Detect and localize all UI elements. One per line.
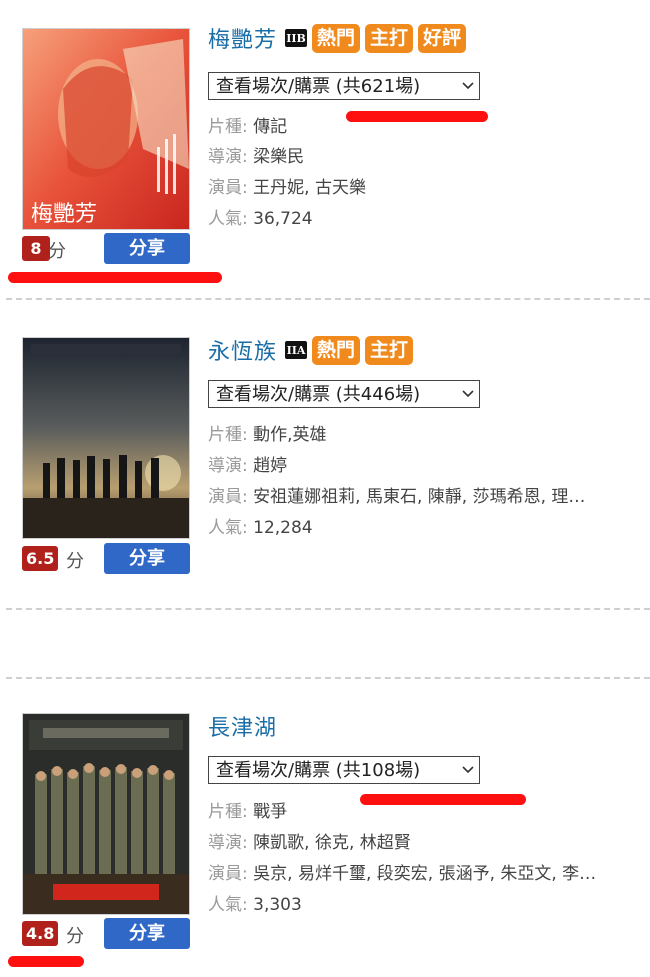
genre-label: 片種: (208, 425, 248, 445)
genre-value: 戰爭 (253, 802, 288, 822)
cast-value: 安祖蓮娜祖莉, 馬東石, 陳靜, 莎瑪希恩, 理… (253, 487, 586, 507)
showtime-select[interactable]: 查看場次/購票 (共621場) (208, 72, 480, 100)
popularity-value: 3,303 (253, 895, 302, 915)
cast-label: 演員: (208, 864, 248, 884)
movie-title[interactable]: 梅艷芳 (208, 22, 277, 54)
showtime-select-label: 查看場次/購票 (共621場) (216, 75, 421, 97)
popularity-row: 人氣: 36,724 (208, 204, 313, 229)
genre-row: 片種: 戰爭 (208, 797, 287, 822)
cast-row: 演員: 吳京, 易烊千璽, 段奕宏, 張涵予, 朱亞文, 李… (208, 859, 596, 884)
popularity-label: 人氣: (208, 518, 248, 538)
score-row: 4.8 分 分享 (22, 918, 192, 950)
divider (6, 298, 650, 300)
rating-iib-icon: IIB (285, 29, 308, 47)
movie-poster[interactable] (22, 337, 190, 539)
share-button[interactable]: 分享 (104, 543, 190, 574)
director-value: 趙婷 (253, 456, 288, 476)
movie-title-row: 梅艷芳 IIB 熱門 主打 好評 (208, 22, 467, 54)
chevron-down-icon (457, 74, 479, 99)
divider (6, 677, 650, 679)
showtime-select-label: 查看場次/購票 (共108場) (216, 759, 421, 781)
showtime-select[interactable]: 查看場次/購票 (共108場) (208, 756, 480, 784)
highlight-mark (346, 111, 488, 122)
divider (6, 608, 650, 610)
popularity-row: 人氣: 12,284 (208, 513, 313, 538)
highlight-mark (360, 794, 526, 805)
highlight-mark (8, 956, 84, 967)
popularity-value: 12,284 (253, 518, 313, 538)
showtime-select-label: 查看場次/購票 (共446場) (216, 383, 421, 405)
genre-row: 片種: 動作,英雄 (208, 420, 327, 445)
movie-title[interactable]: 長津湖 (208, 710, 277, 742)
tag-hot: 熱門 (312, 23, 361, 53)
tag-hot: 熱門 (312, 335, 361, 365)
tag-acclaimed: 好評 (418, 23, 467, 53)
share-button[interactable]: 分享 (104, 233, 190, 264)
genre-row: 片種: 傳記 (208, 112, 287, 137)
cast-label: 演員: (208, 487, 248, 507)
svg-text:梅艷芳: 梅艷芳 (31, 202, 97, 227)
chevron-down-icon (457, 758, 479, 783)
director-label: 導演: (208, 833, 248, 853)
director-row: 導演: 趙婷 (208, 451, 287, 476)
score-unit: 分 (66, 551, 84, 572)
score-unit: 分 (48, 241, 66, 262)
director-label: 導演: (208, 147, 248, 167)
genre-value: 傳記 (253, 117, 288, 137)
cast-value: 吳京, 易烊千璽, 段奕宏, 張涵予, 朱亞文, 李… (253, 864, 597, 884)
cast-value: 王丹妮, 古天樂 (253, 178, 366, 198)
highlight-mark (8, 272, 222, 283)
rating-iia-icon: IIA (285, 341, 308, 359)
score-badge: 6.5 (22, 546, 59, 571)
genre-label: 片種: (208, 117, 248, 137)
share-button[interactable]: 分享 (104, 918, 190, 949)
director-label: 導演: (208, 456, 248, 476)
tag-featured: 主打 (365, 335, 414, 365)
popularity-value: 36,724 (253, 209, 313, 229)
director-value: 梁樂民 (253, 147, 305, 167)
showtime-select[interactable]: 查看場次/購票 (共446場) (208, 380, 480, 408)
director-row: 導演: 陳凱歌, 徐克, 林超賢 (208, 828, 411, 853)
popularity-label: 人氣: (208, 895, 248, 915)
score-row: 8 分 分享 (22, 233, 192, 265)
popularity-label: 人氣: (208, 209, 248, 229)
movie-title-row: 長津湖 (208, 710, 277, 742)
movie-poster[interactable] (22, 713, 190, 915)
cast-row: 演員: 安祖蓮娜祖莉, 馬東石, 陳靜, 莎瑪希恩, 理… (208, 482, 585, 507)
score-unit: 分 (66, 926, 84, 947)
movie-title[interactable]: 永恆族 (208, 334, 277, 366)
score-badge: 4.8 (22, 921, 59, 946)
score-row: 6.5 分 分享 (22, 543, 192, 575)
movie-title-row: 永恆族 IIA 熱門 主打 (208, 334, 414, 366)
director-row: 導演: 梁樂民 (208, 142, 304, 167)
popularity-row: 人氣: 3,303 (208, 890, 302, 915)
tag-featured: 主打 (365, 23, 414, 53)
genre-label: 片種: (208, 802, 248, 822)
score-badge: 8 (22, 236, 50, 261)
chevron-down-icon (457, 382, 479, 407)
movie-poster[interactable]: 梅艷芳 (22, 28, 190, 230)
cast-row: 演員: 王丹妮, 古天樂 (208, 173, 366, 198)
cast-label: 演員: (208, 178, 248, 198)
genre-value: 動作,英雄 (253, 425, 327, 445)
director-value: 陳凱歌, 徐克, 林超賢 (253, 833, 411, 853)
